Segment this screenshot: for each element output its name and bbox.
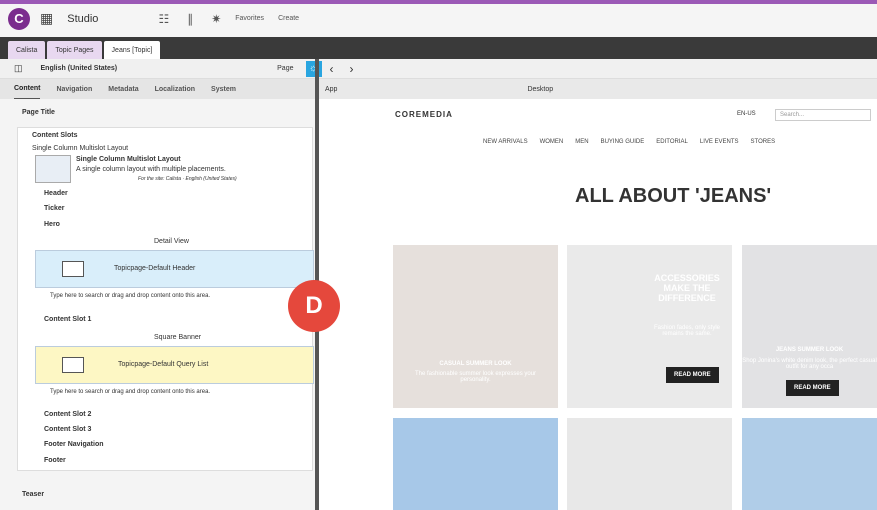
content-slots-heading[interactable]: Content Slots: [32, 132, 78, 139]
slot1-drop-hint[interactable]: Type here to search or drag and drop con…: [50, 389, 210, 395]
collapse-left-icon[interactable]: ‹: [330, 62, 334, 76]
bars-icon[interactable]: ∥: [187, 12, 193, 26]
layout-name: Single Column Multislot Layout: [76, 156, 181, 163]
tab-topic-pages[interactable]: Topic Pages: [47, 41, 102, 59]
layout-select[interactable]: Single Column Multislot Layout: [32, 145, 128, 152]
nav-men[interactable]: MEN: [575, 139, 588, 145]
product-card-3[interactable]: JEANS SUMMER LOOK Shop Jonina's white de…: [742, 245, 877, 408]
tool-row: ◫ English (United States) Page ☼ ‹ ›: [0, 59, 877, 79]
p1-text: The fashionable summer look expresses yo…: [414, 371, 537, 383]
site-nav: NEW ARRIVALS WOMEN MEN BUYING GUIDE EDIT…: [483, 139, 787, 145]
search-input[interactable]: Search...: [775, 109, 871, 121]
nav-editorial[interactable]: EDITORIAL: [656, 139, 688, 145]
expand-right-icon[interactable]: ›: [350, 62, 354, 76]
locale-switch[interactable]: EN-US: [737, 111, 756, 117]
product-card-5[interactable]: [567, 418, 732, 510]
ticker-slot[interactable]: Ticker: [44, 205, 65, 212]
tab-system[interactable]: System: [211, 80, 236, 99]
teaser-section[interactable]: Teaser: [22, 491, 44, 498]
tab-calista[interactable]: Calista: [8, 41, 46, 59]
tab-metadata[interactable]: Metadata: [108, 80, 138, 99]
brand-logo[interactable]: COREMEDIA: [395, 110, 453, 119]
product-card-1[interactable]: CASUAL SUMMER LOOK The fashionable summe…: [393, 245, 558, 408]
p2-read-more-button[interactable]: READ MORE: [666, 367, 719, 383]
library-icon[interactable]: ☷: [158, 12, 169, 26]
settings-icon[interactable]: ✷: [211, 12, 221, 26]
marker-badge: D: [288, 280, 340, 332]
footer-navigation-slot[interactable]: Footer Navigation: [44, 441, 104, 448]
tab-jeans-topic[interactable]: Jeans [Topic]: [103, 41, 161, 59]
accent-strip: [0, 0, 877, 4]
tab-navigation[interactable]: Navigation: [56, 80, 92, 99]
layout-site: For the site: Calista · English (United …: [138, 176, 237, 182]
top-bar: C ▦ Studio ☷ ∥ ✷ Favorites Create: [0, 0, 877, 37]
studio-title: Studio: [67, 12, 99, 25]
item-thumbnail: [62, 357, 84, 373]
tab-localization[interactable]: Localization: [155, 80, 195, 99]
locale-select[interactable]: English (United States): [41, 65, 118, 72]
p3-title: JEANS SUMMER LOOK: [775, 347, 844, 353]
page-heading: ALL ABOUT 'JEANS': [575, 185, 772, 207]
create-menu[interactable]: Create: [278, 15, 299, 22]
content-slots-card: Content Slots Single Column Multislot La…: [17, 127, 314, 471]
product-card-2[interactable]: ACCESSORIES MAKE THE DIFFERENCE Fashion …: [567, 245, 732, 408]
hero-drop-hint[interactable]: Type here to search or drag and drop con…: [50, 293, 210, 299]
app-select[interactable]: App: [325, 86, 337, 93]
nav-stores[interactable]: STORES: [751, 139, 776, 145]
page-title-section[interactable]: Page Title: [22, 109, 55, 116]
preview-toolbar: App Desktop: [319, 79, 877, 99]
page-button[interactable]: Page: [277, 65, 293, 72]
product-card-6[interactable]: [742, 418, 877, 510]
apps-grid-icon[interactable]: ▦: [40, 10, 53, 27]
locale-icon[interactable]: ◫: [14, 63, 23, 74]
hero-item-label: Topicpage-Default Header: [114, 265, 196, 272]
p3-read-more-button[interactable]: READ MORE: [786, 380, 839, 396]
square-banner-select[interactable]: Square Banner: [154, 334, 201, 341]
footer-slot[interactable]: Footer: [44, 457, 66, 464]
slot1-item-label: Topicpage-Default Query List: [118, 361, 209, 368]
nav-new-arrivals[interactable]: NEW ARRIVALS: [483, 139, 528, 145]
layout-thumbnail: [35, 155, 71, 183]
product-card-4[interactable]: [393, 418, 558, 510]
content-slot-2[interactable]: Content Slot 2: [44, 411, 91, 418]
p2-text: Fashion fades, only style remains the sa…: [653, 325, 721, 337]
layout-desc: A single column layout with multiple pla…: [76, 166, 226, 173]
p1-title: CASUAL SUMMER LOOK: [439, 361, 512, 367]
p3-text: Shop Jonina's white denim look, the perf…: [742, 358, 877, 370]
content-subtabs: Content Navigation Metadata Localization…: [0, 79, 315, 100]
content-slot-3[interactable]: Content Slot 3: [44, 426, 91, 433]
device-select[interactable]: Desktop: [527, 86, 553, 93]
tab-bar: Calista Topic Pages Jeans [Topic]: [0, 37, 877, 59]
detail-view-select[interactable]: Detail View: [154, 238, 189, 245]
hero-item[interactable]: Topicpage-Default Header: [35, 250, 314, 288]
nav-live-events[interactable]: LIVE EVENTS: [700, 139, 739, 145]
header-slot[interactable]: Header: [44, 190, 68, 197]
slot1-item[interactable]: Topicpage-Default Query List: [35, 346, 314, 384]
favorites-menu[interactable]: Favorites: [235, 15, 264, 22]
item-thumbnail: [62, 261, 84, 277]
bulb-icon[interactable]: ☼: [305, 60, 322, 77]
p2-title: ACCESSORIES MAKE THE DIFFERENCE: [654, 273, 720, 303]
nav-women[interactable]: WOMEN: [540, 139, 564, 145]
content-slot-1[interactable]: Content Slot 1: [44, 316, 91, 323]
coremedia-logo-icon[interactable]: C: [8, 7, 30, 30]
preview-pane: App Desktop COREMEDIA EN-US Search... NE…: [319, 79, 877, 510]
nav-buying-guide[interactable]: BUYING GUIDE: [601, 139, 645, 145]
hero-slot[interactable]: Hero: [44, 221, 60, 228]
tab-content[interactable]: Content: [14, 79, 41, 100]
form-pane: Page Title Content Slots Single Column M…: [0, 99, 315, 510]
